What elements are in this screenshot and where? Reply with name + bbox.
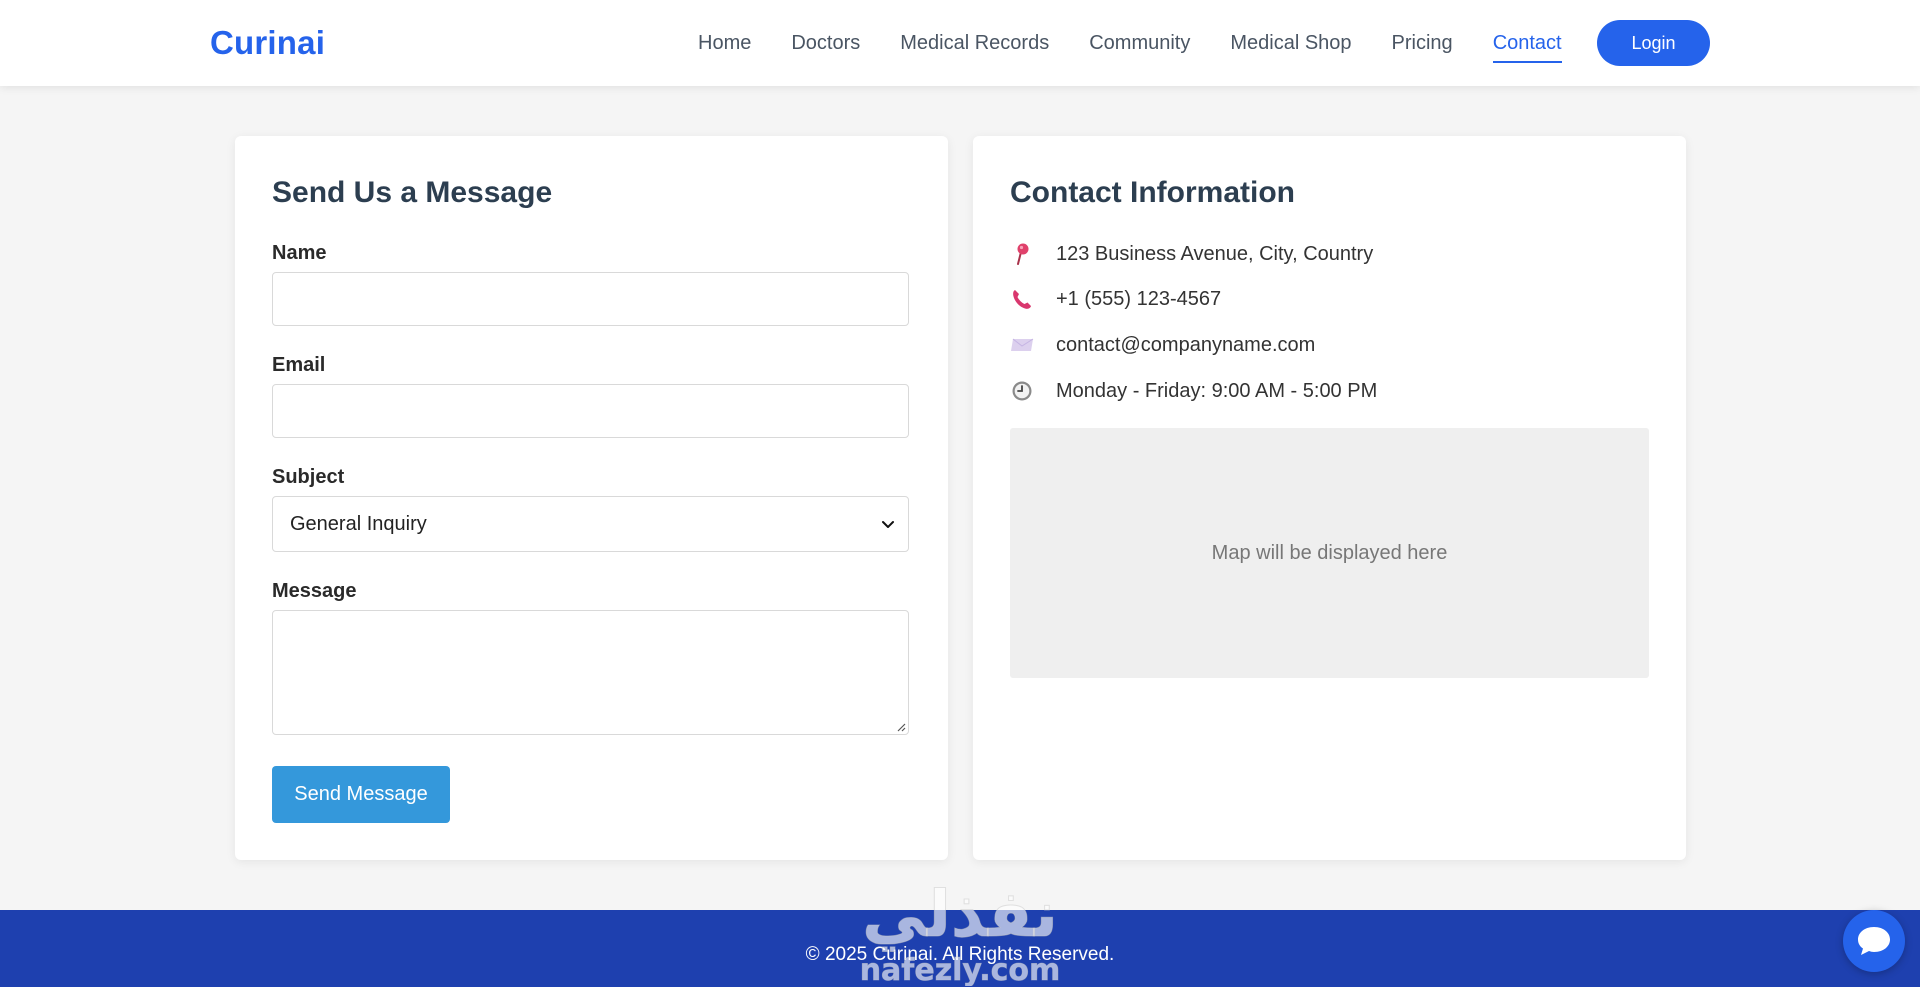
- map-placeholder-text: Map will be displayed here: [1211, 541, 1448, 564]
- contact-address: 123 Business Avenue, City, Country: [1056, 242, 1374, 265]
- subject-select[interactable]: General Inquiry: [272, 496, 909, 552]
- site-footer: © 2025 Curinai. All Rights Reserved.: [0, 910, 1920, 987]
- subject-label: Subject: [272, 466, 345, 488]
- nav-doctors[interactable]: Doctors: [791, 32, 860, 55]
- envelope-icon: [1010, 333, 1034, 357]
- nav-medical-records[interactable]: Medical Records: [900, 32, 1049, 55]
- email-label: Email: [272, 354, 326, 376]
- contact-address-row: 123 Business Avenue, City, Country: [1010, 239, 1373, 269]
- contact-info-card: Contact Information 123 Business Avenue,…: [973, 136, 1686, 860]
- send-message-button[interactable]: Send Message: [272, 766, 450, 823]
- email-input[interactable]: [272, 384, 909, 438]
- map-placeholder: Map will be displayed here: [1010, 428, 1649, 678]
- message-label: Message: [272, 580, 357, 602]
- nav-home[interactable]: Home: [698, 32, 751, 55]
- footer-copyright: © 2025 Curinai. All Rights Reserved.: [805, 943, 1115, 965]
- message-form-card: Send Us a Message Name Email Subject Gen…: [235, 136, 948, 860]
- main-nav: Home Doctors Medical Records Community M…: [698, 0, 1602, 86]
- nav-pricing[interactable]: Pricing: [1392, 32, 1453, 55]
- form-title: Send Us a Message: [272, 176, 553, 209]
- contact-email-row: contact@companyname.com: [1010, 330, 1315, 360]
- contact-title: Contact Information: [1010, 176, 1295, 209]
- name-label: Name: [272, 242, 327, 264]
- login-button[interactable]: Login: [1597, 20, 1710, 66]
- logo[interactable]: Curinai: [210, 24, 325, 62]
- chat-bubble-icon: [1858, 927, 1890, 955]
- chat-button[interactable]: [1843, 910, 1905, 972]
- contact-phone-row: +1 (555) 123-4567: [1010, 284, 1221, 314]
- nav-community[interactable]: Community: [1089, 32, 1190, 55]
- resize-handle-icon[interactable]: [896, 722, 906, 732]
- message-textarea[interactable]: [272, 610, 909, 735]
- nav-contact[interactable]: Contact: [1492, 32, 1562, 63]
- chevron-down-icon: [882, 521, 894, 528]
- nav-medical-shop[interactable]: Medical Shop: [1230, 32, 1351, 55]
- contact-phone: +1 (555) 123-4567: [1056, 287, 1222, 310]
- contact-email: contact@companyname.com: [1056, 333, 1316, 356]
- site-header: Curinai Home Doctors Medical Records Com…: [0, 0, 1920, 86]
- contact-hours: Monday - Friday: 9:00 AM - 5:00 PM: [1056, 379, 1378, 402]
- clock-icon: [1010, 379, 1034, 403]
- subject-selected-value: General Inquiry: [290, 512, 427, 535]
- name-input[interactable]: [272, 272, 909, 326]
- map-pin-icon: [1010, 242, 1034, 266]
- contact-hours-row: Monday - Friday: 9:00 AM - 5:00 PM: [1010, 376, 1377, 406]
- phone-icon: [1010, 287, 1034, 311]
